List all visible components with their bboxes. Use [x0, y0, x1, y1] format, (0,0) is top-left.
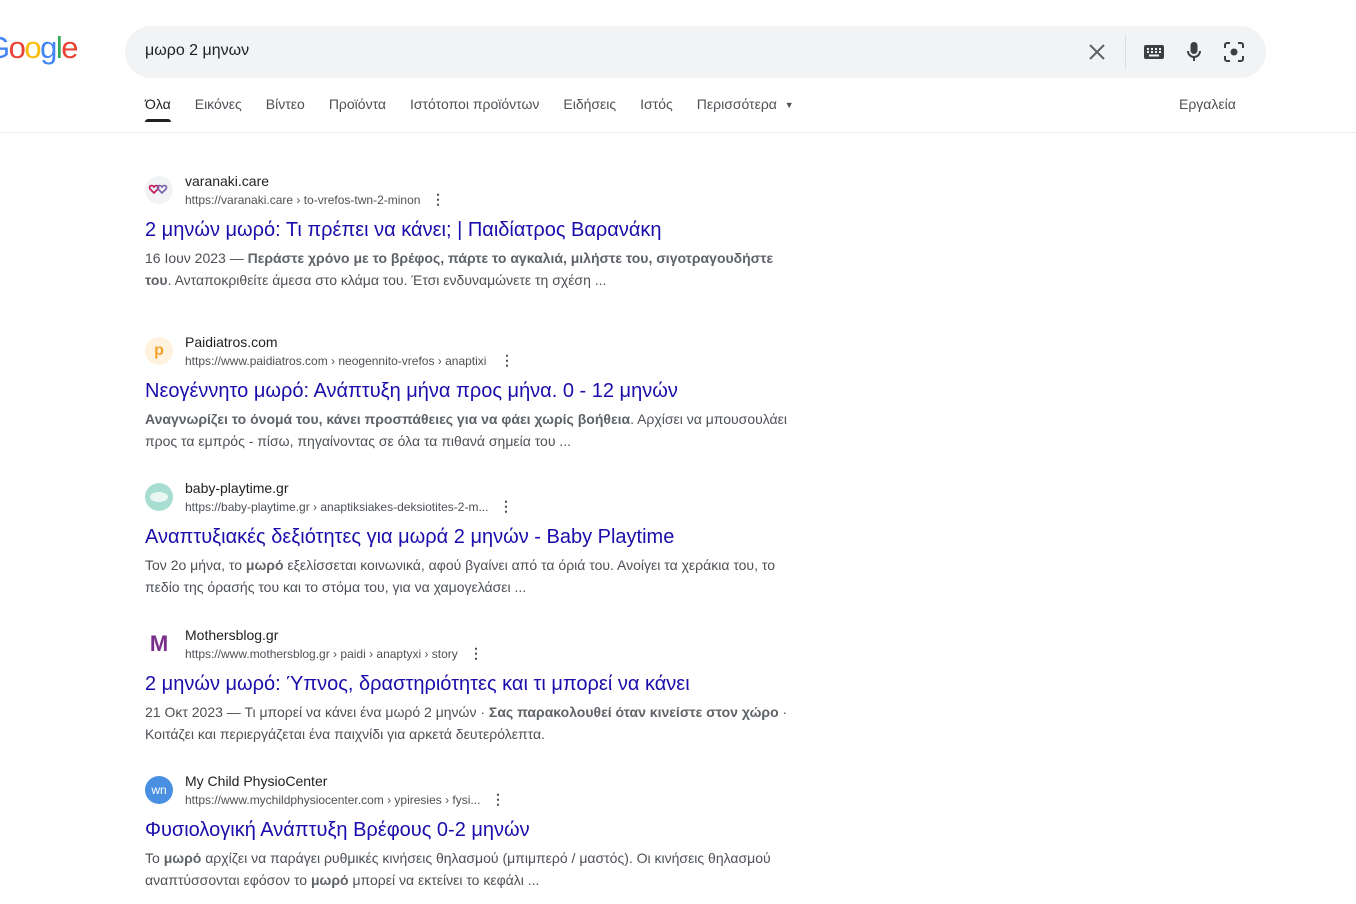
close-icon[interactable] — [1085, 40, 1109, 64]
result-site-name: varanaki.care — [185, 173, 270, 189]
more-vert-icon[interactable]: ⋮ — [469, 646, 483, 660]
more-vert-icon[interactable]: ⋮ — [431, 192, 445, 206]
result-site-name: baby-playtime.gr — [185, 480, 289, 496]
snippet-text: Τον 2ο μήνα, το — [145, 557, 246, 573]
result-date: 16 Ιουν 2023 — — [145, 250, 248, 266]
snippet-text: . Ανταποκριθείτε άμεσα στο κλάμα του. Έτ… — [167, 272, 607, 288]
tab-videos[interactable]: Βίντεο — [266, 96, 305, 122]
tab-images[interactable]: Εικόνες — [195, 96, 242, 122]
result-date: 21 Οκτ 2023 — — [145, 704, 245, 720]
tools-button[interactable]: Εργαλεία — [1179, 96, 1236, 112]
search-result: p Paidiatros.com https://www.paidiatros.… — [145, 334, 795, 452]
result-url: https://varanaki.care › to-vrefos-twn-2-… — [185, 193, 421, 207]
snippet-text: μπορεί να εκτείνει το κεφάλι ... — [348, 872, 540, 888]
search-divider — [1125, 35, 1126, 69]
result-site-name: My Child PhysioCenter — [185, 773, 328, 789]
more-vert-icon[interactable]: ⋮ — [500, 353, 514, 367]
mic-icon[interactable] — [1182, 40, 1206, 64]
result-site-row[interactable]: M Mothersblog.gr https://www.mothersblog… — [145, 627, 795, 667]
result-title[interactable]: Αναπτυξιακές δεξιότητες για μωρά 2 μηνών… — [145, 524, 795, 550]
snippet-text: Το — [145, 850, 164, 866]
result-title[interactable]: Νεογέννητο μωρό: Ανάπτυξη μήνα προς μήνα… — [145, 378, 795, 404]
result-url: https://www.paidiatros.com › neogennito-… — [185, 354, 487, 368]
result-title[interactable]: Φυσιολογική Ανάπτυξη Βρέφους 0-2 μηνών — [145, 817, 795, 843]
snippet-bold: Αναγνωρίζει το όνομά του, κάνει προσπάθε… — [145, 411, 631, 427]
tab-more[interactable]: Περισσότερα ▼ — [697, 96, 794, 122]
result-snippet: Αναγνωρίζει το όνομά του, κάνει προσπάθε… — [145, 408, 795, 452]
lens-icon[interactable] — [1222, 40, 1246, 64]
caret-down-icon: ▼ — [784, 100, 794, 111]
search-box[interactable]: μωρο 2 μηνων — [125, 26, 1266, 78]
result-url: https://baby-playtime.gr › anaptiksiakes… — [185, 500, 489, 514]
result-url: https://www.mothersblog.gr › paidi › ana… — [185, 647, 458, 661]
tab-products[interactable]: Προϊόντα — [329, 96, 386, 122]
result-site-row[interactable]: baby-playtime.gr https://baby-playtime.g… — [145, 480, 795, 520]
more-vert-icon[interactable]: ⋮ — [491, 792, 505, 806]
result-title[interactable]: 2 μηνών μωρό: Ύπνος, δραστηριότητες και … — [145, 671, 795, 697]
snippet-bold: μωρό — [245, 557, 284, 573]
result-site-name: Paidiatros.com — [185, 334, 278, 350]
result-site-row[interactable]: wn My Child PhysioCenter https://www.myc… — [145, 773, 795, 813]
snippet-bold: μωρό — [310, 872, 349, 888]
more-vert-icon[interactable]: ⋮ — [499, 499, 513, 513]
result-url: https://www.mychildphysiocenter.com › yp… — [185, 793, 481, 807]
result-snippet: 16 Ιουν 2023 — Περάστε χρόνο με το βρέφο… — [145, 247, 795, 291]
baby-playtime-favicon-icon — [145, 483, 173, 511]
header-divider — [0, 132, 1356, 133]
result-snippet: Το μωρό αρχίζει να παράγει ρυθμικές κινή… — [145, 847, 795, 891]
result-site-row[interactable]: p Paidiatros.com https://www.paidiatros.… — [145, 334, 795, 374]
tab-news[interactable]: Ειδήσεις — [563, 96, 616, 122]
mychild-favicon-icon: wn — [145, 776, 173, 804]
snippet-text: Τι μπορεί να κάνει ένα μωρό 2 μηνών · — [244, 704, 489, 720]
hearts-favicon-icon — [145, 176, 173, 204]
result-title[interactable]: 2 μηνών μωρό: Τι πρέπει να κάνει; | Παιδ… — [145, 217, 795, 243]
tab-web[interactable]: Ιστός — [640, 96, 673, 122]
tab-product-sites[interactable]: Ιστότοποι προϊόντων — [410, 96, 539, 122]
result-site-name: Mothersblog.gr — [185, 627, 279, 643]
snippet-bold: Σας παρακολουθεί όταν κινείστε στον χώρο — [488, 704, 779, 720]
google-logo[interactable]: Google — [0, 30, 78, 66]
search-tabs: Όλα Εικόνες Βίντεο Προϊόντα Ιστότοποι πρ… — [145, 96, 818, 122]
search-result: baby-playtime.gr https://baby-playtime.g… — [145, 480, 795, 598]
tab-all[interactable]: Όλα — [145, 96, 171, 122]
paidiatros-favicon-icon: p — [145, 337, 173, 365]
search-result: wn My Child PhysioCenter https://www.myc… — [145, 773, 795, 891]
tab-more-label: Περισσότερα — [696, 96, 777, 112]
result-site-row[interactable]: varanaki.care https://varanaki.care › to… — [145, 173, 795, 213]
keyboard-icon[interactable] — [1142, 40, 1166, 64]
mothersblog-favicon-icon: M — [145, 630, 173, 658]
search-result: M Mothersblog.gr https://www.mothersblog… — [145, 627, 795, 745]
result-snippet: 21 Οκτ 2023 — Τι μπορεί να κάνει ένα μωρ… — [145, 701, 795, 745]
search-result: varanaki.care https://varanaki.care › to… — [145, 173, 795, 291]
search-input[interactable]: μωρο 2 μηνων — [145, 42, 249, 60]
result-snippet: Τον 2ο μήνα, το μωρό εξελίσσεται κοινωνι… — [145, 554, 795, 598]
snippet-bold: μωρό — [163, 850, 202, 866]
